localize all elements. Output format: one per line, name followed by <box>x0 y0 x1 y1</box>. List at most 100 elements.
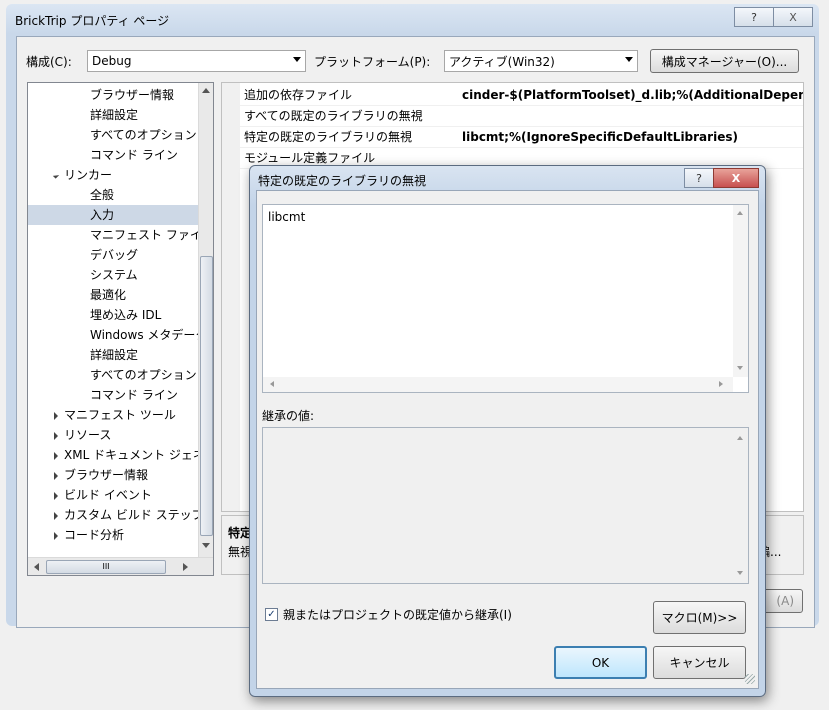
platform-combo[interactable]: アクティブ(Win32) <box>444 50 638 72</box>
help-icon: ? <box>751 10 757 24</box>
config-combo[interactable]: Debug <box>87 50 306 72</box>
scroll-right-icon[interactable] <box>183 563 188 571</box>
dialog-close-button[interactable]: X <box>713 168 759 188</box>
tree-item[interactable]: 詳細設定 <box>28 105 198 125</box>
close-button[interactable]: X <box>773 7 813 27</box>
tree-item-label: コマンド ライン <box>90 388 178 402</box>
tree-item-label: システム <box>90 268 138 282</box>
tree-item[interactable]: カスタム ビルド ステップ <box>28 505 198 525</box>
tree-item[interactable]: 詳細設定 <box>28 345 198 365</box>
scroll-up-icon[interactable] <box>737 211 743 215</box>
tree-item[interactable]: すべてのオプション <box>28 365 198 385</box>
property-value[interactable]: cinder-$(PlatformToolset)_d.lib;%(Additi… <box>462 85 803 105</box>
inherited-values <box>262 427 749 584</box>
tree-item[interactable]: コマンド ライン <box>28 145 198 165</box>
tree-item[interactable]: システム <box>28 265 198 285</box>
tree-hscrollbar[interactable]: III <box>28 557 213 575</box>
collapsed-arrow-icon[interactable] <box>54 531 58 540</box>
inherited-vscrollbar[interactable] <box>733 428 748 583</box>
help-button[interactable]: ? <box>734 7 774 27</box>
tree-item-label: ブラウザー情報 <box>64 468 149 482</box>
tree-item-label: マニフェスト ファイル <box>90 228 198 242</box>
tree-vscrollbar[interactable] <box>198 83 213 557</box>
tree-item[interactable]: コード分析 <box>28 525 198 545</box>
tree-item-label: すべてのオプション <box>90 368 197 382</box>
tree-hscroll-thumb[interactable]: III <box>46 560 166 574</box>
inherit-checkbox-label: 親またはプロジェクトの既定値から継承(I) <box>283 608 512 622</box>
collapsed-arrow-icon[interactable] <box>54 431 58 440</box>
scroll-left-icon[interactable] <box>34 563 39 571</box>
tree-item[interactable]: マニフェスト ファイル <box>28 225 198 245</box>
tree-item-label: ビルド イベント <box>64 488 152 502</box>
tree-item-label: カスタム ビルド ステップ <box>64 508 198 522</box>
property-row[interactable]: 特定の既定のライブラリの無視 libcmt;%(IgnoreSpecificDef… <box>240 127 803 148</box>
apply-label: (A) <box>776 594 794 608</box>
tree-item[interactable]: 最適化 <box>28 285 198 305</box>
help-icon: ? <box>696 171 702 185</box>
tree-item-label: 詳細設定 <box>90 108 139 122</box>
grid-gutter <box>222 83 240 511</box>
scroll-left-icon[interactable] <box>270 381 274 387</box>
scroll-down-icon[interactable] <box>737 366 743 370</box>
inherited-label: 継承の値: <box>262 409 315 423</box>
property-name: 追加の依存ファイル <box>244 88 353 102</box>
scroll-up-icon[interactable] <box>737 436 743 440</box>
resize-grip-icon[interactable] <box>745 674 755 684</box>
category-tree[interactable]: ブラウザー情報 詳細設定 すべてのオプション コマンド ライン リンカー 全般 入力 マニフェ… <box>27 82 214 576</box>
tree-item[interactable]: 埋め込み IDL <box>28 305 198 325</box>
tree-item-label: デバッグ <box>90 248 139 262</box>
macro-label: マクロ(M)>> <box>661 611 738 625</box>
cancel-button[interactable]: キャンセル <box>653 646 746 679</box>
editor-hscrollbar[interactable] <box>263 377 733 392</box>
macro-button[interactable]: マクロ(M)>> <box>653 601 746 634</box>
scroll-down-icon[interactable] <box>202 543 210 548</box>
tree-item[interactable]: ブラウザー情報 <box>28 465 198 485</box>
collapsed-arrow-icon[interactable] <box>54 451 58 460</box>
property-row[interactable]: 追加の依存ファイル cinder-$(PlatformToolset)_d.lib… <box>240 85 803 106</box>
tree-item[interactable]: すべてのオプション <box>28 125 198 145</box>
tree-item-label: 最適化 <box>90 288 127 302</box>
editor-vscrollbar[interactable] <box>733 205 748 377</box>
tree-item-label: すべてのオプション <box>90 128 197 142</box>
tree-item[interactable]: コマンド ライン <box>28 385 198 405</box>
value-editor[interactable]: libcmt <box>262 204 749 393</box>
collapsed-arrow-icon[interactable] <box>54 511 58 520</box>
config-manager-button[interactable]: 構成マネージャー(O)... <box>650 49 799 73</box>
tree-item[interactable]: マニフェスト ツール <box>28 405 198 425</box>
tree-item-label: マニフェスト ツール <box>64 408 176 422</box>
tree-item[interactable]: 全般 <box>28 185 198 205</box>
tree-item[interactable]: XML ドキュメント ジェネレーター <box>28 445 198 465</box>
tree-item[interactable]: Windows メタデータ <box>28 325 198 345</box>
inherit-checkbox[interactable]: ✓ <box>265 608 278 621</box>
inherit-checkbox-row[interactable]: ✓ 親またはプロジェクトの既定値から継承(I) <box>265 606 512 623</box>
collapsed-arrow-icon[interactable] <box>54 491 58 500</box>
tree-item-label: 埋め込み IDL <box>90 308 162 322</box>
property-name: 特定の既定のライブラリの無視 <box>244 130 413 144</box>
ok-button[interactable]: OK <box>554 646 647 679</box>
property-value[interactable]: libcmt;%(IgnoreSpecificDefaultLibraries) <box>462 127 738 147</box>
dialog-help-button[interactable]: ? <box>684 168 714 188</box>
scroll-up-icon[interactable] <box>202 88 210 93</box>
platform-label: プラットフォーム(P): <box>314 55 431 69</box>
expanded-arrow-icon[interactable] <box>52 172 60 179</box>
platform-value: アクティブ(Win32) <box>449 54 555 69</box>
tree-item[interactable]: リンカー <box>28 165 198 185</box>
chevron-down-icon <box>625 57 633 62</box>
tree-scroll-thumb[interactable] <box>200 256 213 536</box>
tree-item[interactable]: 入力 <box>28 205 198 225</box>
value-text[interactable]: libcmt <box>268 210 305 224</box>
collapsed-arrow-icon[interactable] <box>54 471 58 480</box>
tree-item[interactable]: デバッグ <box>28 245 198 265</box>
grip-icon: III <box>102 562 110 571</box>
scroll-down-icon[interactable] <box>737 571 743 575</box>
property-name: すべての既定のライブラリの無視 <box>244 109 423 123</box>
collapsed-arrow-icon[interactable] <box>54 411 58 420</box>
edit-dialog: 特定の既定のライブラリの無視 ? X libcmt 継承の値: ✓ 親またはプロ… <box>249 165 766 697</box>
tree-item[interactable]: ブラウザー情報 <box>28 85 198 105</box>
property-row[interactable]: すべての既定のライブラリの無視 <box>240 106 803 127</box>
tree-item-label: ブラウザー情報 <box>90 88 175 102</box>
tree-item[interactable]: リソース <box>28 425 198 445</box>
scroll-right-icon[interactable] <box>719 381 723 387</box>
chevron-down-icon <box>293 57 301 62</box>
tree-item[interactable]: ビルド イベント <box>28 485 198 505</box>
